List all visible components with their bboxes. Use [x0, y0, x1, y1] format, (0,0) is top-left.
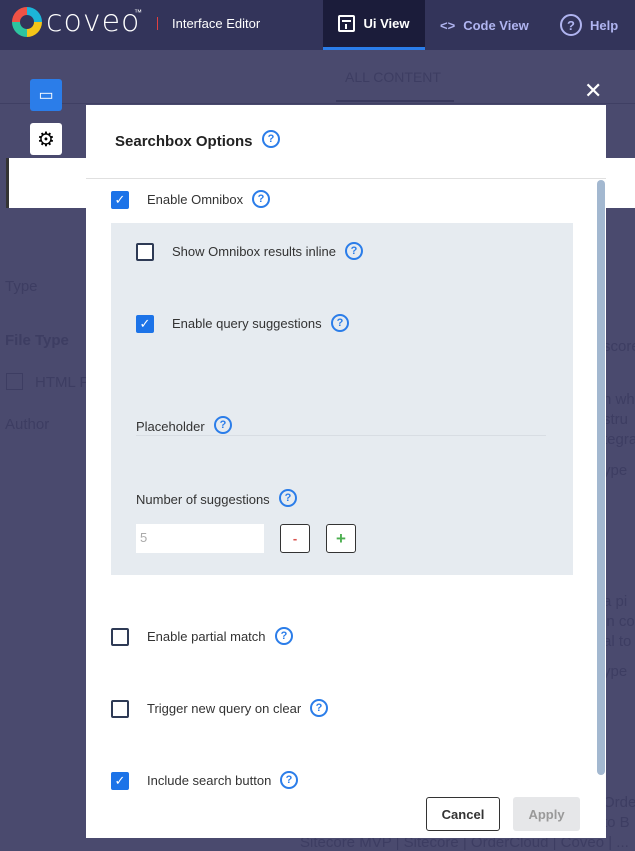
tab-label: Code View [463, 17, 529, 33]
help-icon[interactable]: ? [262, 130, 280, 148]
bg-text: to B [603, 814, 630, 831]
help-icon[interactable]: ? [345, 242, 363, 260]
option-label: Include search button [147, 773, 272, 788]
enable-omnibox-checkbox[interactable]: ✓ [111, 191, 129, 209]
code-icon: <> [440, 17, 456, 33]
bg-facet: HTML F [35, 374, 89, 391]
help-icon[interactable]: ? [331, 314, 349, 332]
bg-text: tegra [603, 431, 635, 448]
tab-label: Help [590, 17, 619, 33]
help-icon[interactable]: ? [214, 416, 232, 434]
increment-button[interactable]: + [326, 524, 356, 553]
search-button-checkbox[interactable]: ✓ [111, 772, 129, 790]
trigger-query-checkbox[interactable] [111, 700, 129, 718]
bg-text: al to [603, 633, 632, 650]
app-title: Interface Editor [172, 16, 261, 31]
tab-underline [336, 100, 454, 102]
top-header: coveo ™ Interface Editor Ui View <> Code… [0, 0, 635, 50]
cancel-button[interactable]: Cancel [426, 797, 500, 831]
logo-text: coveo [46, 4, 141, 39]
layout-icon [338, 15, 356, 32]
tab-help[interactable]: ? Help [560, 0, 618, 50]
trademark: ™ [134, 8, 142, 17]
divider [86, 178, 606, 179]
placeholder-input[interactable] [136, 435, 546, 436]
bg-text: stru [603, 411, 629, 428]
show-inline-checkbox[interactable] [136, 243, 154, 261]
bg-text: ype [603, 663, 628, 680]
bg-facet: Type [5, 278, 38, 295]
close-icon[interactable]: ✕ [584, 78, 602, 104]
bg-text: score [603, 338, 635, 355]
coveo-logo-icon [12, 7, 42, 37]
bg-text: ype [603, 462, 628, 479]
option-label: Trigger new query on clear [147, 701, 302, 716]
query-suggestions-checkbox[interactable]: ✓ [136, 315, 154, 333]
suggestions-label: Number of suggestions [136, 492, 270, 507]
bg-tab-all-content: ALL CONTENT [345, 69, 441, 85]
help-icon[interactable]: ? [279, 489, 297, 507]
option-label: Enable partial match [147, 629, 266, 644]
tab-ui-view[interactable]: Ui View [323, 0, 425, 50]
bg-checkbox [6, 373, 23, 390]
option-label: Show Omnibox results inline [172, 244, 337, 259]
option-label: Enable Omnibox [147, 192, 244, 207]
partial-match-checkbox[interactable] [111, 628, 129, 646]
scrollbar[interactable] [597, 180, 605, 775]
help-icon[interactable]: ? [252, 190, 270, 208]
help-circle-icon: ? [560, 14, 582, 36]
bg-text: in co [603, 613, 635, 630]
omnibox-panel [111, 223, 573, 575]
divider [157, 17, 158, 30]
tag-icon-button[interactable]: ▭ [30, 79, 62, 111]
bg-text: n wh [603, 391, 635, 408]
modal-title: Searchbox Options [115, 133, 253, 150]
help-icon[interactable]: ? [310, 699, 328, 717]
bg-facet: File Type [5, 332, 69, 349]
apply-button[interactable]: Apply [513, 797, 580, 831]
help-icon[interactable]: ? [275, 627, 293, 645]
gear-icon[interactable]: ⚙ [30, 123, 62, 155]
bg-searchbox-right [606, 158, 635, 208]
help-icon[interactable]: ? [280, 771, 298, 789]
searchbox-options-modal: Searchbox Options ? ✓ Enable Omnibox ? S… [86, 105, 606, 838]
option-label: Enable query suggestions [172, 316, 322, 331]
bg-text: a pi [603, 593, 628, 610]
tab-label: Ui View [363, 16, 410, 31]
placeholder-label: Placeholder [136, 419, 205, 434]
bg-searchbox [6, 158, 90, 208]
bg-text: Orde [603, 794, 635, 811]
divider [0, 103, 635, 104]
tab-code-view[interactable]: <> Code View [440, 0, 529, 50]
decrement-button[interactable]: - [280, 524, 310, 553]
suggestions-input[interactable]: 5 [136, 524, 264, 553]
bg-facet: Author [5, 416, 50, 433]
